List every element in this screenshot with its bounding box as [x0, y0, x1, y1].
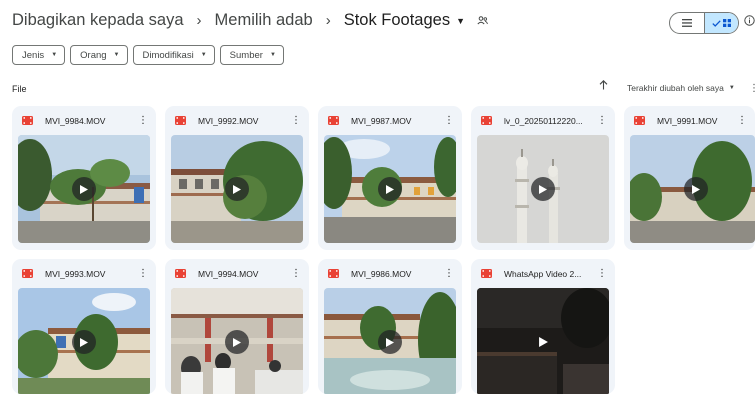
video-thumbnail[interactable] — [324, 135, 456, 243]
file-card-header: MVI_9994.MOV ⋮ — [165, 259, 309, 288]
filter-chip-source[interactable]: Sumber ▼ — [219, 45, 284, 65]
video-file-icon — [22, 269, 33, 278]
shared-folder-icon — [477, 16, 488, 25]
grid-icon — [722, 19, 731, 27]
filter-chip-label: Orang — [80, 49, 107, 61]
list-view-button[interactable] — [670, 13, 704, 33]
view-toggle — [669, 12, 739, 34]
video-file-icon — [328, 269, 339, 278]
caret-down-icon: ▼ — [728, 85, 735, 91]
caret-down-icon: ▼ — [113, 52, 120, 58]
breadcrumb-item-current[interactable]: Stok Footages — [344, 11, 450, 30]
file-card[interactable]: MVI_9993.MOV ⋮ — [12, 259, 156, 394]
caret-down-icon: ▼ — [269, 52, 276, 58]
filter-chip-type[interactable]: Jenis ▼ — [12, 45, 66, 65]
file-card[interactable]: MVI_9984.MOV ⋮ — [12, 106, 156, 250]
video-file-icon — [22, 116, 33, 125]
video-file-icon — [175, 269, 186, 278]
caret-down-icon: ▼ — [51, 52, 58, 58]
check-icon — [712, 19, 721, 27]
play-icon[interactable] — [225, 177, 249, 201]
play-icon[interactable] — [72, 177, 96, 201]
video-thumbnail[interactable] — [630, 135, 755, 243]
filter-chip-modified[interactable]: Dimodifikasi ▼ — [132, 45, 215, 65]
sort-direction-icon[interactable] — [599, 80, 608, 90]
play-icon[interactable] — [378, 177, 402, 201]
video-thumbnail[interactable] — [171, 135, 303, 243]
video-thumbnail[interactable] — [324, 288, 456, 394]
play-icon[interactable] — [225, 330, 249, 354]
play-icon[interactable] — [531, 330, 555, 354]
sort-label: Terakhir diubah oleh saya — [627, 83, 724, 93]
chevron-right-icon: › — [325, 12, 331, 29]
filter-chip-label: Dimodifikasi — [142, 49, 194, 61]
filter-chip-label: Jenis — [22, 49, 45, 61]
file-card-header: WhatsApp Video 2... ⋮ — [471, 259, 615, 288]
more-vert-icon[interactable]: ⋮ — [749, 83, 755, 94]
chevron-right-icon: › — [196, 12, 202, 29]
video-file-icon — [175, 116, 186, 125]
file-name: MVI_9993.MOV — [45, 268, 106, 279]
file-name: MVI_9994.MOV — [198, 268, 259, 279]
file-name: MVI_9992.MOV — [198, 115, 259, 126]
file-card[interactable]: WhatsApp Video 2... ⋮ — [471, 259, 615, 394]
top-bar: Dibagikan kepada saya › Memilih adab › S… — [0, 0, 755, 44]
play-icon[interactable] — [72, 330, 96, 354]
file-card[interactable]: MVI_9986.MOV ⋮ — [318, 259, 462, 394]
grid-view-button[interactable] — [703, 13, 738, 33]
file-name: MVI_9984.MOV — [45, 115, 106, 126]
video-file-icon — [634, 116, 645, 125]
file-name: MVI_9991.MOV — [657, 115, 718, 126]
sort-menu-button[interactable]: Terakhir diubah oleh saya ▼ — [627, 83, 735, 93]
more-vert-icon[interactable]: ⋮ — [597, 115, 607, 126]
file-card[interactable]: MVI_9987.MOV ⋮ — [318, 106, 462, 250]
file-name: lv_0_20250112220... — [504, 115, 583, 126]
file-card-header: MVI_9986.MOV ⋮ — [318, 259, 462, 288]
file-card-header: MVI_9991.MOV ⋮ — [624, 106, 755, 135]
file-name: MVI_9986.MOV — [351, 268, 412, 279]
section-label: File — [12, 84, 27, 94]
video-file-icon — [328, 116, 339, 125]
more-vert-icon[interactable]: ⋮ — [291, 268, 301, 279]
filter-chips: Jenis ▼ Orang ▼ Dimodifikasi ▼ Sumber ▼ — [12, 45, 284, 65]
more-vert-icon[interactable]: ⋮ — [737, 115, 747, 126]
file-card[interactable]: lv_0_20250112220... ⋮ — [471, 106, 615, 250]
caret-down-icon: ▼ — [200, 52, 207, 58]
video-thumbnail[interactable] — [477, 288, 609, 394]
filter-chip-label: Sumber — [229, 49, 263, 61]
breadcrumb-item-folder[interactable]: Memilih adab — [215, 11, 313, 30]
breadcrumb: Dibagikan kepada saya › Memilih adab › S… — [12, 11, 488, 30]
more-vert-icon[interactable]: ⋮ — [138, 115, 148, 126]
file-card-header: MVI_9992.MOV ⋮ — [165, 106, 309, 135]
more-vert-icon[interactable]: ⋮ — [444, 115, 454, 126]
play-icon[interactable] — [531, 177, 555, 201]
file-name: MVI_9987.MOV — [351, 115, 412, 126]
file-card-header: lv_0_20250112220... ⋮ — [471, 106, 615, 135]
video-thumbnail[interactable] — [171, 288, 303, 394]
file-card[interactable]: MVI_9991.MOV ⋮ — [624, 106, 755, 250]
play-icon[interactable] — [378, 330, 402, 354]
info-icon[interactable] — [744, 15, 755, 26]
file-card-header: MVI_9987.MOV ⋮ — [318, 106, 462, 135]
breadcrumb-item-shared[interactable]: Dibagikan kepada saya — [12, 11, 184, 30]
more-vert-icon[interactable]: ⋮ — [444, 268, 454, 279]
video-thumbnail[interactable] — [477, 135, 609, 243]
filter-chip-people[interactable]: Orang ▼ — [70, 45, 128, 65]
file-card[interactable]: MVI_9994.MOV ⋮ — [165, 259, 309, 394]
more-vert-icon[interactable]: ⋮ — [138, 268, 148, 279]
file-card[interactable]: MVI_9992.MOV ⋮ — [165, 106, 309, 250]
caret-down-icon[interactable]: ▼ — [456, 16, 465, 26]
more-vert-icon[interactable]: ⋮ — [291, 115, 301, 126]
file-name: WhatsApp Video 2... — [504, 268, 582, 279]
file-card-header: MVI_9984.MOV ⋮ — [12, 106, 156, 135]
video-thumbnail[interactable] — [18, 288, 150, 394]
more-vert-icon[interactable]: ⋮ — [597, 268, 607, 279]
play-icon[interactable] — [684, 177, 708, 201]
list-icon — [681, 19, 692, 27]
video-thumbnail[interactable] — [18, 135, 150, 243]
video-file-icon — [481, 269, 492, 278]
file-card-header: MVI_9993.MOV ⋮ — [12, 259, 156, 288]
video-file-icon — [481, 116, 492, 125]
